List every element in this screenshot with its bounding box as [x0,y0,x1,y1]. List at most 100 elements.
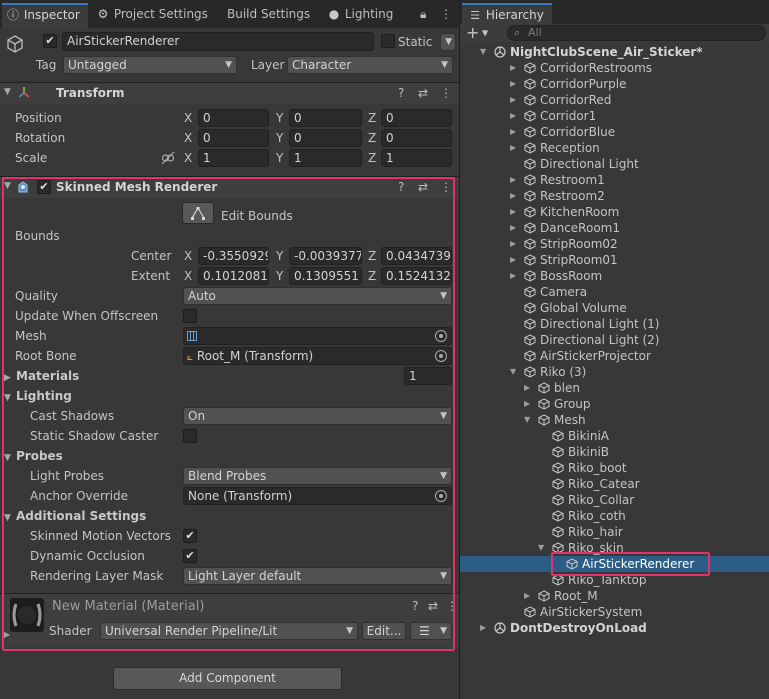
tab-lighting[interactable]: ● Lighting [327,3,397,28]
rendering-layer-mask-dropdown[interactable]: Light Layer default ▼ [183,567,452,585]
hierarchy-item[interactable]: ▶ DanceRoom1 [460,220,769,236]
tab-project-settings[interactable]: ⚙ Project Settings [96,3,216,28]
hierarchy-item[interactable]: Camera [460,284,769,300]
preset-icon[interactable]: ⇄ [418,86,428,100]
hierarchy-item[interactable]: ▶ BossRoom [460,268,769,284]
hierarchy-item[interactable]: Global Volume [460,300,769,316]
hierarchy-item[interactable]: ▶ CorridorPurple [460,76,769,92]
hierarchy-item[interactable]: ▶ Corridor1 [460,108,769,124]
materials-foldout[interactable]: ▶ Materials [4,368,79,386]
expand-down-arrow-icon[interactable]: ▼ [524,412,530,428]
scene-row[interactable]: ▼ NightClubScene_Air_Sticker* [460,44,769,60]
hierarchy-item[interactable]: BikiniB [460,444,769,460]
hierarchy-item[interactable]: ▶ blen [460,380,769,396]
create-plus-icon[interactable]: + ▼ [466,24,488,43]
tab-build-settings[interactable]: Build Settings [227,3,317,28]
expand-right-arrow-icon[interactable]: ▶ [480,620,486,636]
hierarchy-item[interactable]: ▼ Riko (3) [460,364,769,380]
material-foldout-arrow-icon[interactable]: ▶ [4,630,10,639]
hierarchy-item[interactable]: ▶ Reception [460,140,769,156]
expand-right-arrow-icon[interactable]: ▶ [510,108,516,124]
hierarchy-item[interactable]: Riko_Collar [460,492,769,508]
preset-icon[interactable]: ⇄ [428,599,438,613]
component-menu-icon[interactable]: ⋮ [440,180,452,194]
expand-right-arrow-icon[interactable]: ▶ [510,76,516,92]
hierarchy-item[interactable]: AirStickerProjector [460,348,769,364]
tab-inspector[interactable]: ⓘ Inspector [2,3,88,28]
expand-right-arrow-icon[interactable]: ▶ [524,396,530,412]
hierarchy-item[interactable]: AirStickerSystem [460,604,769,620]
lock-icon[interactable]: 🔒︎ [420,3,434,28]
object-picker-icon[interactable] [435,490,447,502]
expand-right-arrow-icon[interactable]: ▶ [510,172,516,188]
help-icon[interactable]: ? [398,86,404,100]
position-z-field[interactable]: 0 [381,109,452,127]
expand-right-arrow-icon[interactable]: ▶ [510,188,516,204]
hierarchy-item[interactable]: ▶ CorridorRestrooms [460,60,769,76]
static-dropdown[interactable]: ▼ [440,33,456,51]
expand-right-arrow-icon[interactable]: ▶ [510,124,516,140]
expand-right-arrow-icon[interactable]: ▶ [510,252,516,268]
expand-right-arrow-icon[interactable]: ▶ [524,380,530,396]
more-menu-icon[interactable]: ⋮ [440,3,452,28]
component-menu-icon[interactable]: ⋮ [440,86,452,100]
root-bone-field[interactable]: ⟀ Root_M (Transform) [183,347,452,365]
layer-dropdown[interactable]: Character ▼ [287,56,453,74]
component-menu-icon[interactable]: ⋮ [446,599,458,613]
transform-header[interactable]: ▼ Transform ? ⇄ ⋮ [0,82,459,104]
hierarchy-item[interactable]: Riko_Catear [460,476,769,492]
tag-dropdown[interactable]: Untagged ▼ [63,56,237,74]
additional-settings-foldout[interactable]: ▼ Additional Settings [4,508,146,526]
preset-icon[interactable]: ⇄ [418,180,428,194]
hierarchy-item[interactable]: ▶ Restroom2 [460,188,769,204]
hierarchy-item[interactable]: ▶ Restroom1 [460,172,769,188]
center-z-field[interactable]: 0.0434739 [381,247,452,265]
static-checkbox[interactable] [381,34,395,48]
edit-bounds-button[interactable] [182,202,214,224]
hierarchy-item[interactable]: ▶ KitchenRoom [460,204,769,220]
hierarchy-item[interactable]: ▼ Mesh [460,412,769,428]
hierarchy-item[interactable]: Riko_boot [460,460,769,476]
object-picker-icon[interactable] [435,350,447,362]
hierarchy-item[interactable]: ▶ StripRoom02 [460,236,769,252]
help-icon[interactable]: ? [398,180,404,194]
position-y-field[interactable]: 0 [289,109,362,127]
expand-right-arrow-icon[interactable]: ▶ [510,140,516,156]
hierarchy-search-input[interactable]: ⌕ All [507,25,766,41]
light-probes-dropdown[interactable]: Blend Probes ▼ [183,467,452,485]
hierarchy-item[interactable]: Directional Light (1) [460,316,769,332]
expand-down-arrow-icon[interactable]: ▼ [538,540,544,556]
expand-right-arrow-icon[interactable]: ▶ [510,220,516,236]
hierarchy-item[interactable]: BikiniA [460,428,769,444]
shader-dropdown[interactable]: Universal Render Pipeline/Lit ▼ [100,622,358,640]
rotation-z-field[interactable]: 0 [381,129,452,147]
expand-right-arrow-icon[interactable]: ▶ [510,236,516,252]
scale-z-field[interactable]: 1 [381,149,452,167]
shader-options-dropdown[interactable]: ☰ ▼ [410,622,452,640]
hierarchy-item[interactable]: ▶ StripRoom01 [460,252,769,268]
expand-right-arrow-icon[interactable]: ▶ [510,60,516,76]
mesh-field[interactable] [183,327,452,345]
update-when-offscreen-checkbox[interactable] [183,309,197,323]
constrain-proportions-icon[interactable] [161,151,175,165]
expand-down-arrow-icon[interactable]: ▼ [480,44,486,60]
static-shadow-caster-checkbox[interactable] [183,429,197,443]
lighting-foldout[interactable]: ▼ Lighting [4,388,72,406]
hierarchy-item[interactable]: ▶ Root_M [460,588,769,604]
cast-shadows-dropdown[interactable]: On ▼ [183,407,452,425]
hierarchy-item[interactable]: Directional Light [460,156,769,172]
skinned-motion-vectors-checkbox[interactable]: ✔ [183,529,197,543]
shader-edit-button[interactable]: Edit... [362,622,406,640]
hierarchy-item[interactable]: Riko_Tanktop [460,572,769,588]
add-component-button[interactable]: Add Component [113,667,342,690]
rotation-x-field[interactable]: 0 [198,129,269,147]
expand-right-arrow-icon[interactable]: ▶ [510,204,516,220]
gameobject-active-checkbox[interactable]: ✔ [43,34,57,48]
hierarchy-item[interactable]: ▶ CorridorBlue [460,124,769,140]
probes-foldout[interactable]: ▼ Probes [4,448,63,466]
skinned-mesh-renderer-enabled-checkbox[interactable]: ✔ [37,180,51,194]
scale-x-field[interactable]: 1 [198,149,269,167]
materials-count-field[interactable]: 1 [404,367,452,385]
skinned-mesh-renderer-header[interactable]: ▼ ✔ Skinned Mesh Renderer ? ⇄ ⋮ [0,176,459,198]
hierarchy-item[interactable]: Riko_coth [460,508,769,524]
